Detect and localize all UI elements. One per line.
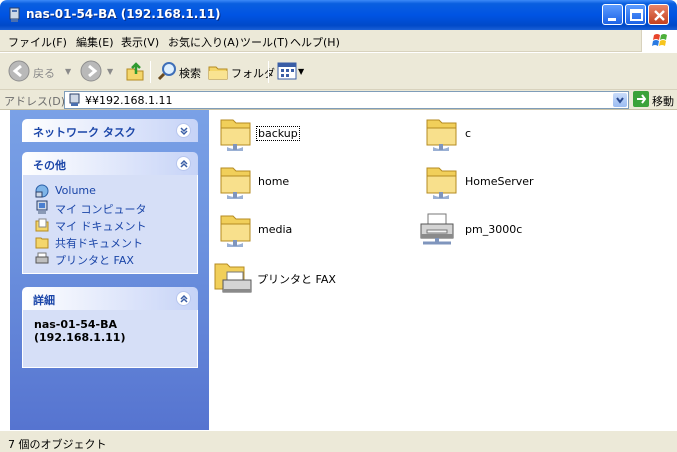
file-view[interactable]: backup c home HomeServer media pm_3000c …: [209, 110, 677, 430]
close-icon: [654, 10, 665, 21]
address-field[interactable]: ¥¥192.168.1.11: [64, 91, 629, 109]
forward-arrow-icon: [80, 60, 102, 82]
search-icon: [157, 62, 176, 81]
details-header[interactable]: 詳細: [22, 287, 198, 310]
folders-button[interactable]: フォルダ: [207, 60, 275, 84]
search-button[interactable]: 検索: [156, 60, 202, 84]
menu-file[interactable]: ファイル(F): [8, 34, 67, 50]
my-documents-icon: [35, 218, 49, 232]
item-home[interactable]: home: [215, 162, 365, 202]
network-computer-icon: [69, 93, 80, 106]
item-pm-3000c[interactable]: pm_3000c: [417, 210, 567, 250]
menu-bar: ファイル(F) 編集(E) 表示(V) お気に入り(A) ツール(T) ヘルプ(…: [0, 30, 677, 52]
windows-flag-icon: [652, 34, 667, 46]
chevron-double-up-icon: [180, 294, 188, 303]
address-bar: アドレス(D) ¥¥192.168.1.11 移動: [0, 90, 677, 110]
status-bar: 7 個のオブジェクト: [0, 430, 677, 452]
item-label: home: [258, 175, 290, 188]
item-label: プリンタと FAX: [257, 273, 336, 286]
network-tasks-panel: ネットワーク タスク: [22, 119, 198, 142]
network-computer-icon: [8, 7, 22, 26]
maximize-icon: [630, 9, 643, 21]
details-body: nas-01-54-BA (192.168.1.11): [22, 310, 198, 368]
folder-up-icon: [126, 62, 144, 81]
toolbar: 戻る ▼ ▼ 検索 フォルダ ▼: [0, 53, 677, 90]
folders-icon: [208, 66, 228, 80]
item-label: HomeServer: [465, 175, 534, 188]
menu-edit[interactable]: 編集(E): [76, 34, 114, 50]
network-printer-icon: [420, 213, 454, 245]
shared-folder-icon: [220, 119, 251, 151]
views-dropdown-icon[interactable]: ▼: [298, 67, 304, 76]
item-label: pm_3000c: [465, 223, 523, 236]
printers-folder-icon: [214, 263, 252, 293]
details-panel: 詳細 nas-01-54-BA (192.168.1.11): [22, 287, 198, 368]
item-label: media: [258, 223, 293, 236]
item-backup[interactable]: backup: [215, 114, 365, 154]
maximize-button[interactable]: [625, 4, 646, 25]
views-icon: [277, 62, 297, 80]
item-printers-and-faxes[interactable]: プリンタと FAX: [213, 258, 363, 298]
chevron-double-up-icon: [180, 159, 188, 168]
status-text: 7 個のオブジェクト: [8, 438, 107, 451]
my-computer-icon: [36, 200, 48, 214]
menu-tools[interactable]: ツール(T): [240, 34, 288, 50]
shared-folder-icon: [220, 215, 251, 247]
shared-folder-icon: [426, 167, 457, 199]
chevron-double-down-icon: [180, 127, 188, 136]
other-places-body: Volume マイ コンピュータ マイ ドキュメント 共有ドキュメント プリンタ…: [22, 175, 198, 274]
item-homeserver[interactable]: HomeServer: [421, 162, 571, 202]
shared-folder-icon: [220, 167, 251, 199]
back-button[interactable]: 戻る ▼: [8, 60, 74, 84]
window-title: nas-01-54-BA (192.168.1.11): [26, 7, 221, 21]
go-arrow-icon: [633, 91, 649, 107]
item-label: backup: [256, 126, 300, 141]
shared-documents-icon: [35, 237, 49, 249]
address-dropdown[interactable]: [613, 93, 627, 107]
views-button[interactable]: ▼: [276, 60, 306, 84]
expand-toggle[interactable]: [176, 123, 191, 138]
minimize-button[interactable]: [602, 4, 623, 25]
other-places-panel: その他 Volume マイ コンピュータ マイ ドキュメント 共有ドキュメント: [22, 152, 198, 274]
menu-help[interactable]: ヘルプ(H): [290, 34, 340, 50]
network-tasks-header[interactable]: ネットワーク タスク: [22, 119, 198, 142]
menu-view[interactable]: 表示(V): [121, 34, 159, 50]
item-label: c: [465, 127, 472, 140]
minimize-icon: [608, 18, 616, 21]
other-places-header[interactable]: その他: [22, 152, 198, 175]
title-bar[interactable]: nas-01-54-BA (192.168.1.11): [0, 0, 677, 30]
details-ip: (192.168.1.11): [34, 331, 126, 344]
details-name: nas-01-54-BA: [34, 318, 118, 331]
network-places-icon: [35, 184, 49, 198]
item-c[interactable]: c: [421, 114, 571, 154]
item-media[interactable]: media: [215, 210, 365, 250]
shared-folder-icon: [426, 119, 457, 151]
forward-dropdown-icon[interactable]: ▼: [107, 67, 113, 76]
printer-icon: [35, 252, 49, 264]
toolbar-separator: [150, 61, 151, 83]
collapse-toggle[interactable]: [176, 156, 191, 171]
toolbar-separator: [268, 61, 269, 83]
address-value: ¥¥192.168.1.11: [85, 94, 173, 107]
collapse-toggle[interactable]: [176, 291, 191, 306]
close-button[interactable]: [648, 4, 669, 25]
back-arrow-icon: [8, 60, 30, 82]
menu-favorites[interactable]: お気に入り(A): [168, 34, 239, 50]
windows-logo: [641, 30, 677, 52]
task-pane: ネットワーク タスク その他 Volume マイ コンピュータ マイ ドキュメン…: [10, 110, 209, 430]
up-button[interactable]: [124, 60, 148, 84]
address-label: アドレス(D): [4, 95, 66, 108]
back-dropdown-icon[interactable]: ▼: [65, 67, 71, 76]
chevron-down-icon: [616, 97, 624, 104]
forward-button[interactable]: ▼: [80, 60, 118, 84]
